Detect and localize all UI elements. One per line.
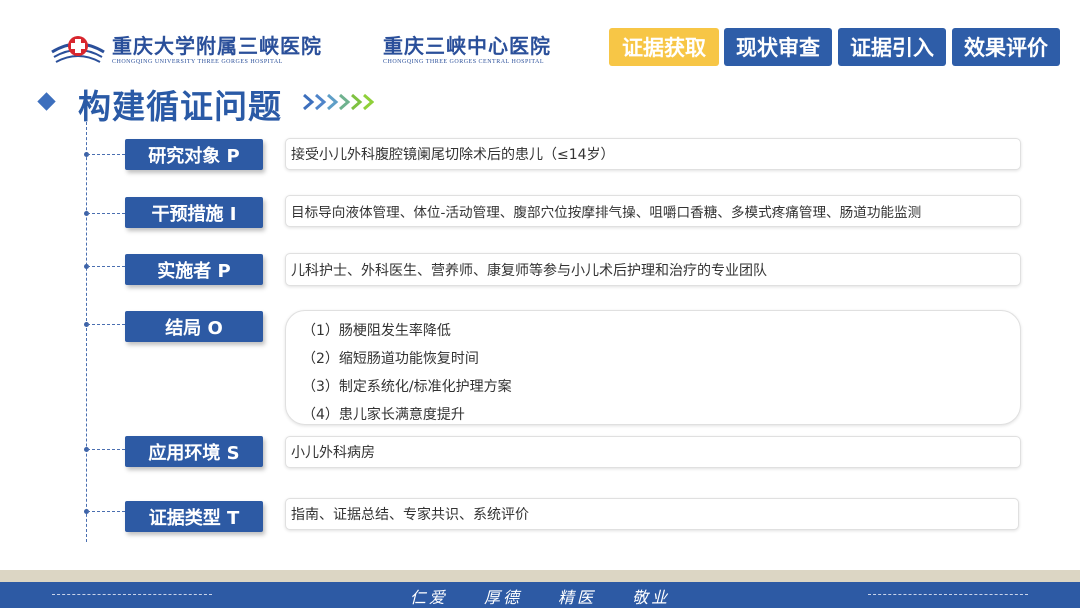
nav-tab-evidence-introduction[interactable]: 证据引入 [838,28,946,66]
hospital-name-2-en: CHONGQING THREE GORGES CENTRAL HOSPITAL [383,59,545,65]
hospital-name-2: 重庆三峡中心医院 CHONGQING THREE GORGES CENTRAL … [383,34,551,66]
timeline-line [86,122,87,542]
outcome-list-item: （1）肠梗阻发生率降低 [302,323,451,339]
pico-label-evidence-type: 证据类型 T [125,501,263,532]
pico-label-outcome: 结局 O [125,311,263,342]
timeline-connector [87,324,125,325]
pico-content-outcome: （1）肠梗阻发生率降低 （2）缩短肠道功能恢复时间 （3）制定系统化/标准化护理… [285,310,1021,425]
footer-motto: 仁爱 厚德 精医 敬业 [0,584,1080,608]
timeline-connector [87,213,125,214]
nav-tab-status-review[interactable]: 现状审查 [724,28,832,66]
pico-label-practitioner: 实施者 P [125,254,263,285]
footer-band [0,570,1080,582]
timeline-connector [87,154,125,155]
pico-content-intervention: 目标导向液体管理、体位-活动管理、腹部穴位按摩排气操、咀嚼口香糖、多模式疼痛管理… [285,195,1021,227]
hospital-name-1-cn: 重庆大学附属三峡医院 [112,34,322,58]
chevron-arrows-icon [303,93,374,111]
motto-word: 精医 [558,588,597,607]
timeline-connector [87,449,125,450]
hospital-name-2-cn: 重庆三峡中心医院 [383,34,551,58]
pico-label-intervention: 干预措施 I [125,197,263,228]
outcome-list-item: （4）患儿家长满意度提升 [302,407,465,423]
motto-word: 仁爱 [409,588,448,607]
motto-word: 敬业 [632,588,671,607]
pico-content-practitioner: 儿科护士、外科医生、营养师、康复师等参与小儿术后护理和治疗的专业团队 [285,253,1021,286]
timeline-connector [87,266,125,267]
pico-content-population: 接受小儿外科腹腔镜阑尾切除术后的患儿（≤14岁） [285,138,1021,170]
hospital-logo-icon [51,36,105,63]
outcome-list-item: （3）制定系统化/标准化护理方案 [302,379,512,395]
hospital-name-1-en: CHONGQING UNIVERSITY THREE GORGES HOSPIT… [112,59,283,65]
pico-label-setting: 应用环境 S [125,436,263,467]
pico-content-setting: 小儿外科病房 [285,436,1021,468]
page-title: 构建循证问题 [78,87,282,126]
hospital-name-1: 重庆大学附属三峡医院 CHONGQING UNIVERSITY THREE GO… [112,34,322,66]
pico-content-evidence-type: 指南、证据总结、专家共识、系统评价 [285,498,1019,530]
title-diamond-icon [37,92,56,111]
outcome-list-item: （2）缩短肠道功能恢复时间 [302,351,479,367]
pico-label-population: 研究对象 P [125,139,263,170]
nav-tab-evidence-acquisition[interactable]: 证据获取 [609,28,719,66]
motto-word: 厚德 [483,588,522,607]
timeline-connector [87,511,125,512]
nav-tab-effect-evaluation[interactable]: 效果评价 [952,28,1060,66]
footer-bar: 仁爱 厚德 精医 敬业 [0,582,1080,608]
